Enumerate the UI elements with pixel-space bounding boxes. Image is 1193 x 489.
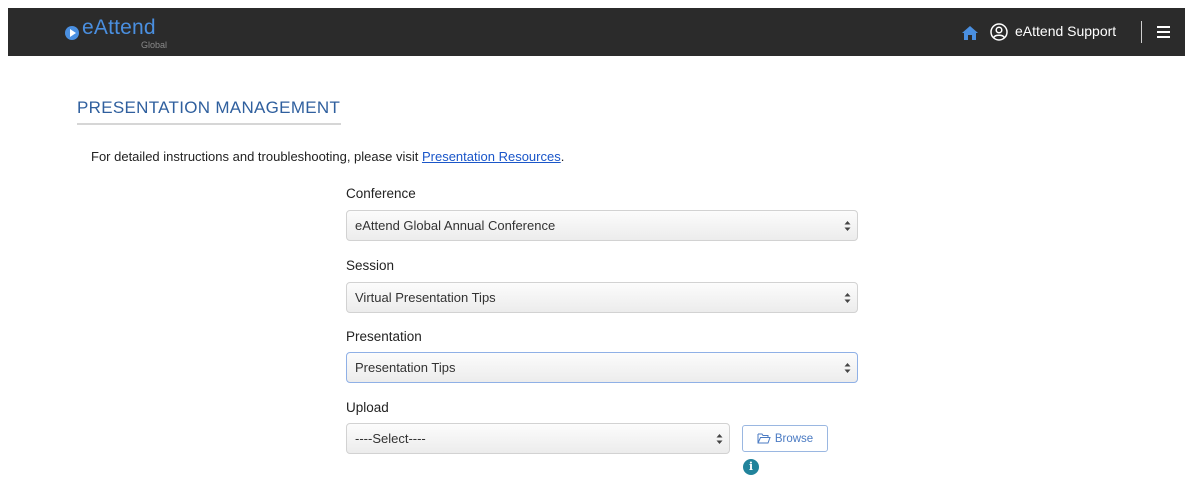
presentation-value: Presentation Tips [355,360,456,375]
upload-label: Upload [346,400,389,415]
upload-value: ----Select---- [355,431,426,446]
select-caret-icon [844,363,851,373]
session-label: Session [346,258,395,273]
nav-divider [1141,21,1142,43]
conference-label: Conference [346,186,416,201]
presentation-resources-link[interactable]: Presentation Resources [422,149,561,164]
brand-name: eAttend [82,16,156,39]
session-select[interactable]: Virtual Presentation Tips [346,282,858,313]
select-caret-icon [844,221,851,231]
title-underline [77,123,341,125]
hamburger-menu-icon[interactable] [1157,26,1170,38]
home-icon[interactable] [961,25,979,41]
page-title: PRESENTATION MANAGEMENT [77,98,341,117]
select-caret-icon [716,434,723,444]
presentation-label: Presentation [346,329,422,344]
presentation-select[interactable]: Presentation Tips [346,352,858,383]
brand-subtitle: Global [141,40,168,50]
support-link[interactable]: eAttend Support [1015,23,1116,39]
folder-open-icon [757,433,771,444]
select-caret-icon [844,293,851,303]
intro-text: For detailed instructions and troublesho… [91,149,564,164]
conference-value: eAttend Global Annual Conference [355,218,556,233]
intro-text-body: For detailed instructions and troublesho… [91,149,422,164]
upload-select[interactable]: ----Select---- [346,423,730,454]
browse-button[interactable]: Browse [742,425,828,452]
info-icon[interactable]: i [743,459,759,475]
play-circle-icon [65,26,79,40]
top-navbar: eAttend Global eAttend Support [8,8,1185,56]
user-circle-icon[interactable] [990,23,1008,41]
browse-label: Browse [774,432,814,445]
intro-text-end: . [560,149,565,164]
conference-select[interactable]: eAttend Global Annual Conference [346,210,858,241]
session-value: Virtual Presentation Tips [355,290,496,305]
